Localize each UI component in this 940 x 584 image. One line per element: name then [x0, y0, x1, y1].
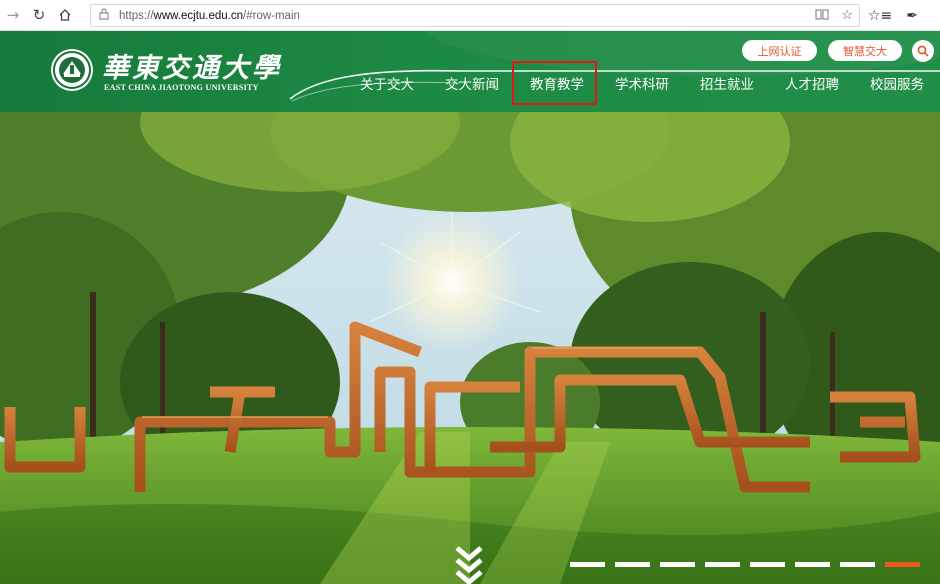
slide-dot[interactable] — [750, 562, 785, 567]
url-prefix: https:// — [119, 9, 154, 22]
slide-dot-active[interactable] — [885, 562, 920, 567]
nav-item-campus-services[interactable]: 校园服务 — [870, 73, 924, 97]
scroll-down-button[interactable] — [451, 542, 487, 584]
browser-toolbar: → ↻ https://www.ecjtu.edu.cn/#row-main ☆… — [0, 0, 940, 31]
network-auth-button[interactable]: 上网认证 — [742, 40, 817, 61]
search-button[interactable] — [912, 40, 934, 62]
favorite-star-icon[interactable]: ☆ — [841, 7, 853, 23]
slide-dot[interactable] — [795, 562, 830, 567]
nav-item-about[interactable]: 关于交大 — [360, 73, 414, 97]
nav-item-education[interactable]: 教育教学 — [530, 73, 584, 97]
url-path: /#row-main — [243, 9, 300, 22]
slide-dot[interactable] — [570, 562, 605, 567]
address-bar[interactable]: https://www.ecjtu.edu.cn/#row-main ☆ — [90, 4, 860, 27]
nav-item-news[interactable]: 交大新闻 — [445, 73, 499, 97]
url-host: www.ecjtu.edu.cn — [153, 9, 244, 22]
slide-dot[interactable] — [615, 562, 650, 567]
slider-pagination — [570, 562, 920, 567]
favorites-list-icon[interactable]: ☆≡ — [868, 8, 892, 24]
search-icon — [917, 45, 929, 57]
smart-campus-button[interactable]: 智慧交大 — [828, 40, 902, 61]
hero-banner[interactable] — [0, 112, 940, 584]
site-header: 華東交通大學 EAST CHINA JIAOTONG UNIVERSITY 上网… — [0, 31, 940, 112]
pen-icon[interactable]: ✒ — [906, 8, 918, 24]
nav-item-research[interactable]: 学术科研 — [615, 73, 669, 97]
nav-item-recruitment[interactable]: 人才招聘 — [785, 73, 839, 97]
slide-dot[interactable] — [705, 562, 740, 567]
lock-icon — [99, 8, 113, 23]
slide-dot[interactable] — [660, 562, 695, 567]
slide-dot[interactable] — [840, 562, 875, 567]
main-nav: 关于交大 交大新闻 教育教学 学术科研 招生就业 人才招聘 校园服务 — [0, 73, 940, 97]
reading-view-icon[interactable] — [815, 8, 829, 23]
refresh-icon[interactable]: ↻ — [26, 2, 52, 28]
campus-sculpture-image — [0, 112, 940, 584]
nav-item-admissions[interactable]: 招生就业 — [700, 73, 754, 97]
chevron-down-icon — [455, 546, 483, 584]
home-icon[interactable] — [52, 2, 78, 28]
back-icon[interactable]: → — [0, 2, 26, 28]
